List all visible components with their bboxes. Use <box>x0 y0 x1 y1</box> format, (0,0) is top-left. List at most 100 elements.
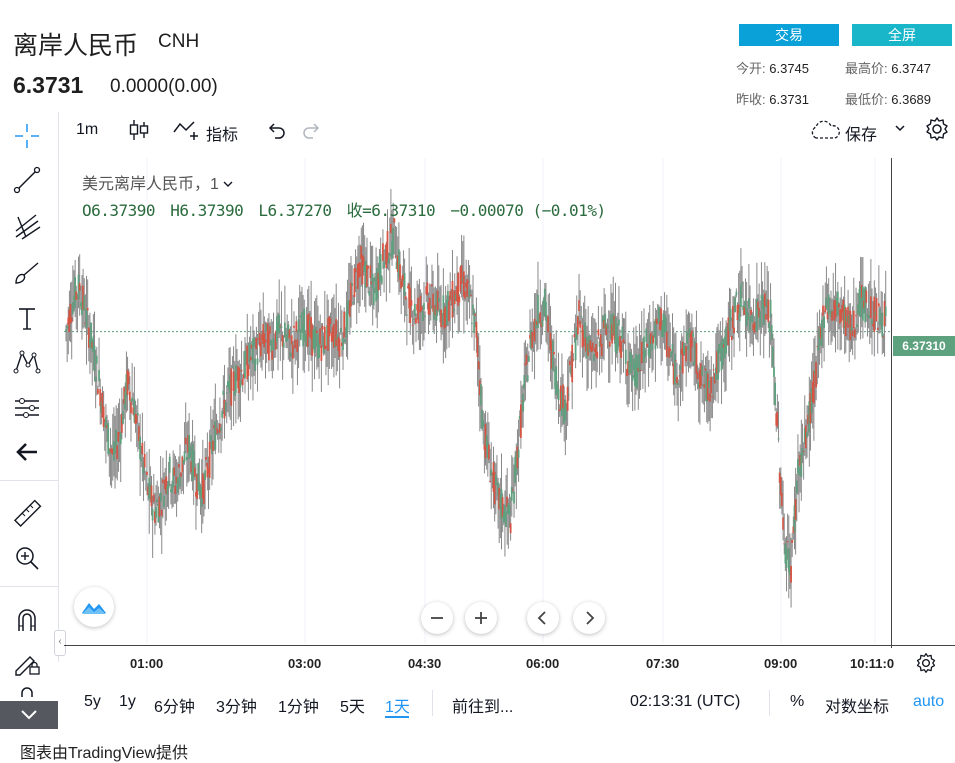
candle-body <box>768 322 771 333</box>
zoom-out-button[interactable] <box>421 602 453 634</box>
range-1d[interactable]: 1天 <box>385 693 410 717</box>
ruler-tool[interactable] <box>8 496 46 532</box>
lock-edit-tool[interactable] <box>8 644 46 680</box>
gear-icon[interactable] <box>915 652 937 674</box>
candle-body <box>815 361 818 388</box>
range-6min[interactable]: 6分钟 <box>154 693 195 717</box>
candle-body <box>865 290 868 303</box>
candle-body <box>314 326 317 347</box>
candle-body <box>692 332 694 337</box>
candle-body <box>657 307 660 324</box>
legend-symbol[interactable]: 美元离岸人民币，1 <box>82 170 233 194</box>
candle-body <box>822 305 824 316</box>
candle-body <box>270 339 273 353</box>
candle-body <box>184 437 187 445</box>
log-scale-toggle[interactable]: 对数坐标 <box>825 693 889 717</box>
candle-body <box>139 436 142 460</box>
candle-body <box>773 366 775 377</box>
candle-body <box>557 388 560 401</box>
zoom-in-button[interactable] <box>465 602 497 634</box>
text-tool[interactable] <box>8 300 46 336</box>
redo-icon[interactable] <box>302 120 322 140</box>
candle-body <box>230 368 233 406</box>
candle-body <box>95 355 98 364</box>
candle-body <box>208 441 211 478</box>
range-5y[interactable]: 5y <box>84 693 101 711</box>
candle-body <box>146 471 148 476</box>
scroll-right-button[interactable] <box>573 602 605 634</box>
candle-body <box>645 328 648 343</box>
candle-body <box>725 326 727 354</box>
pitchfork-tool[interactable] <box>8 208 46 244</box>
range-3min[interactable]: 3分钟 <box>216 693 257 717</box>
tradingview-logo-button[interactable] <box>74 587 114 627</box>
candle-body <box>579 320 582 328</box>
lock-icon <box>21 687 33 697</box>
candlestick-chart[interactable] <box>64 158 890 644</box>
candle-body <box>97 388 99 394</box>
back-tool[interactable] <box>8 434 46 470</box>
trade-button[interactable]: 交易 <box>739 24 839 46</box>
utc-clock[interactable]: 02:13:31 (UTC) <box>630 693 740 711</box>
candle-body <box>410 300 413 306</box>
chart-grid <box>146 158 876 644</box>
active-range-indicator <box>385 716 409 718</box>
current-price: 6.3731 <box>13 72 84 98</box>
candle-body <box>639 369 642 371</box>
magnet-tool[interactable] <box>8 602 46 638</box>
candle-body <box>510 486 513 501</box>
trend-line-tool[interactable] <box>8 162 46 198</box>
zoom-in-tool[interactable] <box>8 540 46 576</box>
candle-body <box>828 300 831 302</box>
candle-body <box>770 325 773 341</box>
gear-icon[interactable] <box>924 116 950 142</box>
candle-body <box>173 467 176 476</box>
candle-body <box>448 300 450 322</box>
percent-scale-toggle[interactable]: % <box>790 693 804 711</box>
indicators-button[interactable]: 指标 <box>206 121 238 145</box>
candles-icon[interactable] <box>128 118 150 142</box>
indicators-icon[interactable] <box>172 118 202 142</box>
candle-body <box>539 312 542 323</box>
candle-body <box>136 413 139 416</box>
back-arrow-icon <box>16 443 37 461</box>
candle-body <box>321 325 324 330</box>
goto-date-button[interactable]: 前往到... <box>452 693 513 717</box>
candle-body <box>346 302 349 331</box>
lock-tool[interactable] <box>8 686 46 702</box>
pattern-tool[interactable] <box>8 344 46 380</box>
candle-body <box>551 340 554 371</box>
candle-body <box>241 378 244 386</box>
candle-body <box>831 311 834 321</box>
chevron-down-icon[interactable] <box>894 124 906 134</box>
candle-body <box>315 330 318 334</box>
candle-body <box>288 329 291 339</box>
candle-body <box>786 541 789 543</box>
fullscreen-button[interactable]: 全屏 <box>852 24 952 46</box>
candle-body <box>782 517 784 530</box>
candle-body <box>573 334 576 338</box>
candle-body <box>643 336 645 363</box>
range-5d[interactable]: 5天 <box>340 693 365 717</box>
candle-body <box>415 317 417 324</box>
candle-body <box>668 346 670 358</box>
cloud-icon[interactable] <box>808 118 842 142</box>
measure-tool[interactable] <box>8 390 46 426</box>
save-button[interactable]: 保存 <box>845 121 877 145</box>
minus-icon <box>431 617 443 619</box>
candle-body <box>162 479 164 484</box>
candle-body <box>757 301 759 309</box>
crosshair-tool[interactable] <box>8 118 46 154</box>
candle-body <box>687 346 690 351</box>
candle-body <box>791 540 794 543</box>
stat-open-label: 今开: <box>736 61 766 76</box>
candle-body <box>592 354 595 362</box>
undo-icon[interactable] <box>266 120 286 140</box>
interval-button[interactable]: 1m <box>76 121 98 139</box>
auto-scale-toggle[interactable]: auto <box>913 693 944 711</box>
scroll-left-button[interactable] <box>527 602 559 634</box>
range-1min[interactable]: 1分钟 <box>278 693 319 717</box>
collapse-toolbar-button[interactable] <box>0 701 58 729</box>
brush-tool[interactable] <box>8 254 46 290</box>
range-1y[interactable]: 1y <box>119 693 136 711</box>
